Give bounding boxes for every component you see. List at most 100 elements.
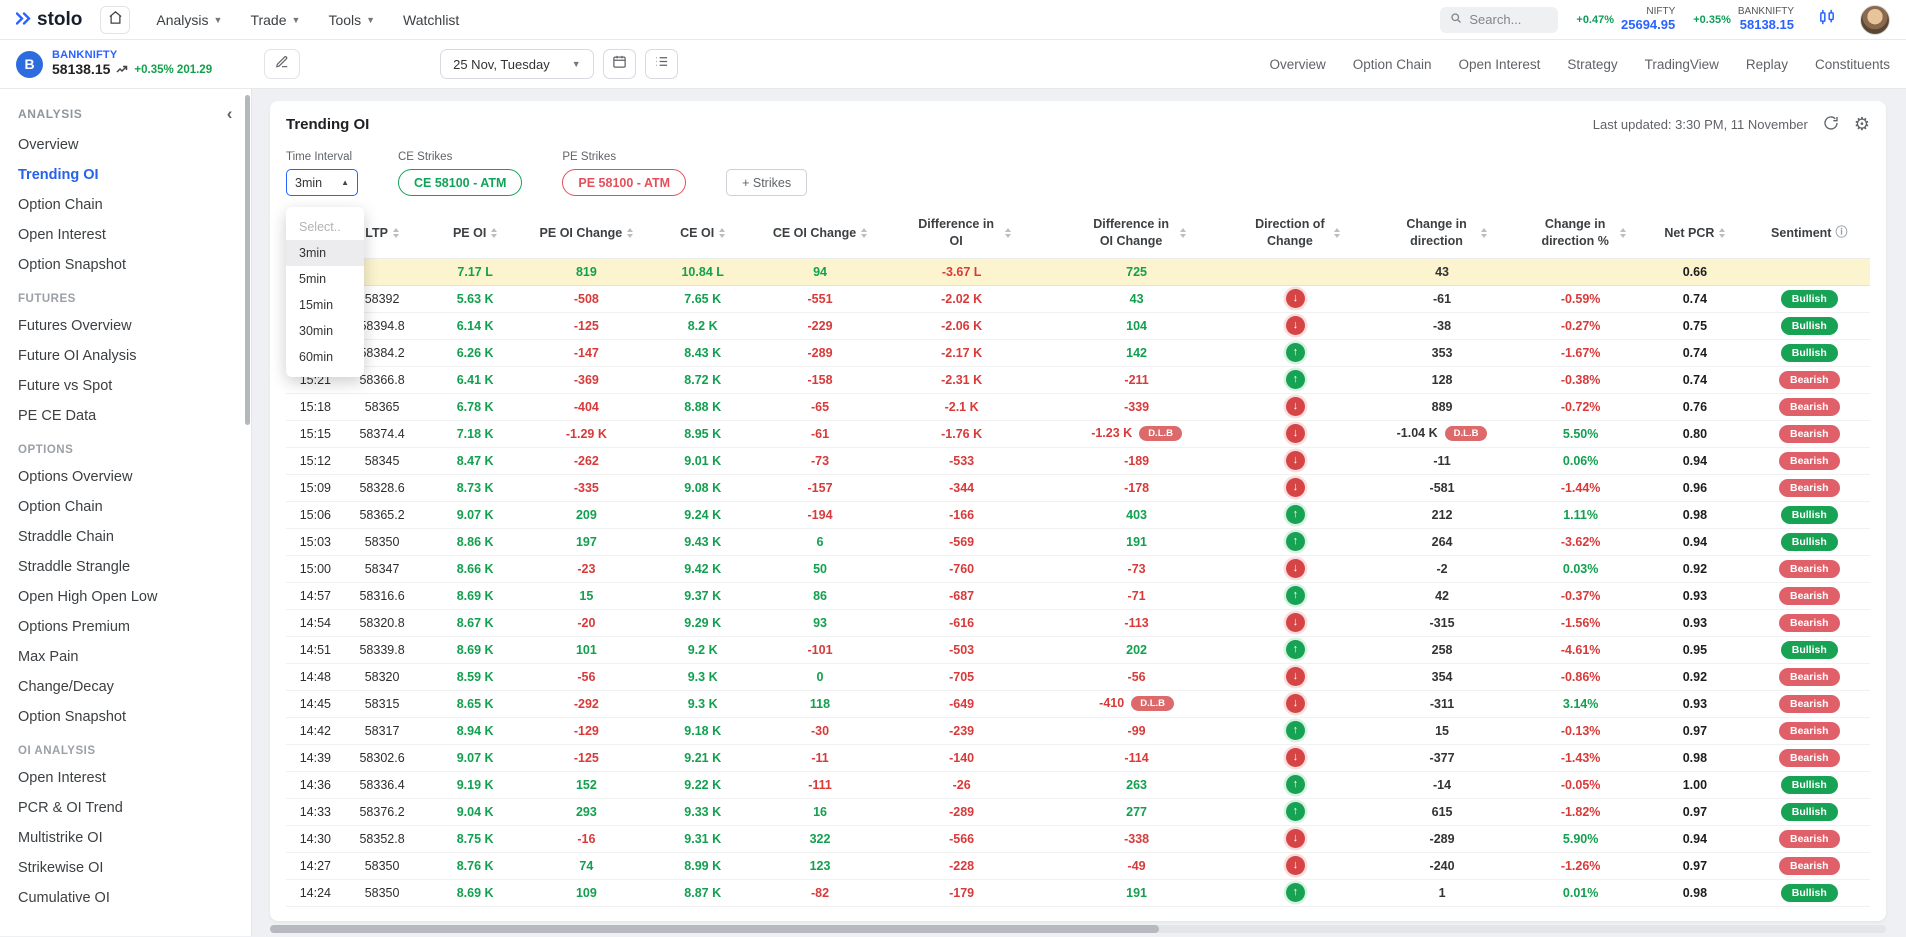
sidebar-item-trending-oi[interactable]: Trending OI	[0, 160, 251, 190]
menu-analysis[interactable]: Analysis▼	[156, 12, 222, 28]
sentiment-badge: Bearish	[1779, 668, 1840, 686]
value: -289	[1430, 832, 1455, 846]
value: 8.76 K	[457, 859, 494, 873]
col-header-change-in-direction[interactable]: Change in direction	[1364, 210, 1520, 258]
sidebar-item-open-interest[interactable]: Open Interest	[0, 763, 251, 793]
tab-constituents[interactable]: Constituents	[1815, 57, 1890, 72]
col-header-direction-of-change[interactable]: Direction of Change	[1227, 210, 1365, 258]
horizontal-scrollbar[interactable]	[270, 925, 1886, 933]
gear-icon[interactable]: ⚙	[1854, 114, 1870, 135]
col-header-net-pcr[interactable]: Net PCR	[1641, 210, 1748, 258]
sidebar-item-future-vs-spot[interactable]: Future vs Spot	[0, 371, 251, 401]
chevron-down-icon: ▼	[214, 15, 223, 25]
time-interval-group: Time Interval 3min ▲ Select..3min5min15m…	[286, 151, 358, 196]
sidebar-item-options-premium[interactable]: Options Premium	[0, 612, 251, 642]
date-select[interactable]: 25 Nov, Tuesday ▼	[440, 49, 594, 79]
value: 7.18 K	[457, 427, 494, 441]
sidebar-item-options-overview[interactable]: Options Overview	[0, 462, 251, 492]
tab-option-chain[interactable]: Option Chain	[1353, 57, 1432, 72]
ce-strike-chip[interactable]: CE 58100 - ATM	[398, 169, 522, 196]
col-header-ce-oi-change[interactable]: CE OI Change	[763, 210, 876, 258]
cell-ce_oi: 9.21 K	[642, 744, 763, 771]
sentiment-badge: Bearish	[1779, 695, 1840, 713]
col-header-difference-in-oi[interactable]: Difference in OI	[877, 210, 1047, 258]
tab-overview[interactable]: Overview	[1269, 57, 1325, 72]
sidebar-item-straddle-chain[interactable]: Straddle Chain	[0, 522, 251, 552]
sidebar-item-overview[interactable]: Overview	[0, 130, 251, 160]
sidebar-item-option-snapshot[interactable]: Option Snapshot	[0, 702, 251, 732]
sidebar-item-max-pain[interactable]: Max Pain	[0, 642, 251, 672]
cell-ce_oi_change: -65	[763, 393, 876, 420]
time-interval-option-15min[interactable]: 15min	[286, 292, 364, 318]
tab-strategy[interactable]: Strategy	[1567, 57, 1617, 72]
tab-tradingview[interactable]: TradingView	[1645, 57, 1719, 72]
tab-open-interest[interactable]: Open Interest	[1459, 57, 1541, 72]
value: 354	[1432, 670, 1453, 684]
scrollbar-thumb[interactable]	[270, 925, 1159, 933]
sidebar-item-option-chain[interactable]: Option Chain	[0, 190, 251, 220]
cell-ce_oi: 10.84 L	[642, 258, 763, 285]
cell-net_pcr: 0.94	[1641, 528, 1748, 555]
time-interval-option-30min[interactable]: 30min	[286, 318, 364, 344]
stolo-logo[interactable]: stolo	[16, 9, 82, 31]
top-navbar: stolo Analysis▼ Trade▼ Tools▼ Watchlist …	[0, 0, 1906, 40]
refresh-icon[interactable]	[1823, 115, 1839, 134]
home-button[interactable]	[100, 6, 130, 34]
value: 264	[1432, 535, 1453, 549]
sidebar-item-strikewise-oi[interactable]: Strikewise OI	[0, 853, 251, 883]
col-header-pe-oi-change[interactable]: PE OI Change	[531, 210, 642, 258]
col-header-difference-in-oi-change[interactable]: Difference in OI Change	[1047, 210, 1227, 258]
cell-diff_oi: -2.31 K	[877, 366, 1047, 393]
instrument-price: 58138.15	[52, 62, 110, 77]
sidebar-item-cumulative-oi[interactable]: Cumulative OI	[0, 883, 251, 913]
menu-watchlist[interactable]: Watchlist	[403, 12, 459, 28]
chart-button[interactable]	[1812, 6, 1842, 34]
list-view-button[interactable]	[645, 49, 678, 79]
pe-strike-chip[interactable]: PE 58100 - ATM	[562, 169, 686, 196]
cell-pe_oi_change: 197	[531, 528, 642, 555]
col-header-pe-oi[interactable]: PE OI	[420, 210, 531, 258]
col-header-sentiment[interactable]: Sentimentⓘ	[1749, 210, 1870, 258]
time-interval-option-select[interactable]: Select..	[286, 214, 364, 240]
sidebar-item-straddle-strangle[interactable]: Straddle Strangle	[0, 552, 251, 582]
cell-diff_oi: -616	[877, 609, 1047, 636]
sidebar-item-option-snapshot[interactable]: Option Snapshot	[0, 250, 251, 280]
ticker-banknifty[interactable]: +0.35% BANKNIFTY 58138.15	[1693, 6, 1794, 32]
sidebar-scrollbar[interactable]	[245, 95, 250, 425]
time-interval-option-3min[interactable]: 3min	[286, 240, 364, 266]
sidebar-item-future-oi-analysis[interactable]: Future OI Analysis	[0, 341, 251, 371]
sidebar-item-open-interest[interactable]: Open Interest	[0, 220, 251, 250]
sidebar-item-change-decay[interactable]: Change/Decay	[0, 672, 251, 702]
cell-diff_oi: -566	[877, 825, 1047, 852]
sidebar-item-option-chain[interactable]: Option Chain	[0, 492, 251, 522]
cell-ce_oi: 9.24 K	[642, 501, 763, 528]
ticker-nifty[interactable]: +0.47% NIFTY 25694.95	[1576, 6, 1675, 32]
direction-down-icon: ↓	[1286, 667, 1305, 686]
col-header-change-in-direction[interactable]: Change in direction %	[1520, 210, 1641, 258]
sidebar-item-pcr-oi-trend[interactable]: PCR & OI Trend	[0, 793, 251, 823]
time-interval-select[interactable]: 3min ▲	[286, 169, 358, 196]
time-interval-option-5min[interactable]: 5min	[286, 266, 364, 292]
calendar-button[interactable]	[603, 49, 636, 79]
tab-replay[interactable]: Replay	[1746, 57, 1788, 72]
menu-trade[interactable]: Trade▼	[250, 12, 300, 28]
time-interval-option-60min[interactable]: 60min	[286, 344, 364, 370]
cell-net_pcr: 0.95	[1641, 636, 1748, 663]
col-header-ce-oi[interactable]: CE OI	[642, 210, 763, 258]
main-content: Trending OI Last updated: 3:30 PM, 11 No…	[252, 89, 1906, 936]
cell-diff_oi: -239	[877, 717, 1047, 744]
menu-tools[interactable]: Tools▼	[328, 12, 375, 28]
sidebar-item-multistrike-oi[interactable]: Multistrike OI	[0, 823, 251, 853]
user-avatar[interactable]	[1860, 5, 1890, 35]
add-strikes-button[interactable]: + Strikes	[726, 169, 807, 196]
value: -289	[808, 346, 833, 360]
search-input[interactable]: Search...	[1440, 7, 1558, 33]
edit-button[interactable]	[264, 49, 300, 79]
sidebar-collapse-icon[interactable]: ‹	[227, 105, 233, 122]
sidebar-item-open-high-open-low[interactable]: Open High Open Low	[0, 582, 251, 612]
sidebar-item-futures-overview[interactable]: Futures Overview	[0, 311, 251, 341]
value: 9.22 K	[684, 778, 721, 792]
sidebar-item-pe-ce-data[interactable]: PE CE Data	[0, 401, 251, 431]
candlestick-chart-icon	[1817, 7, 1837, 32]
cell-ce_oi_change: -158	[763, 366, 876, 393]
